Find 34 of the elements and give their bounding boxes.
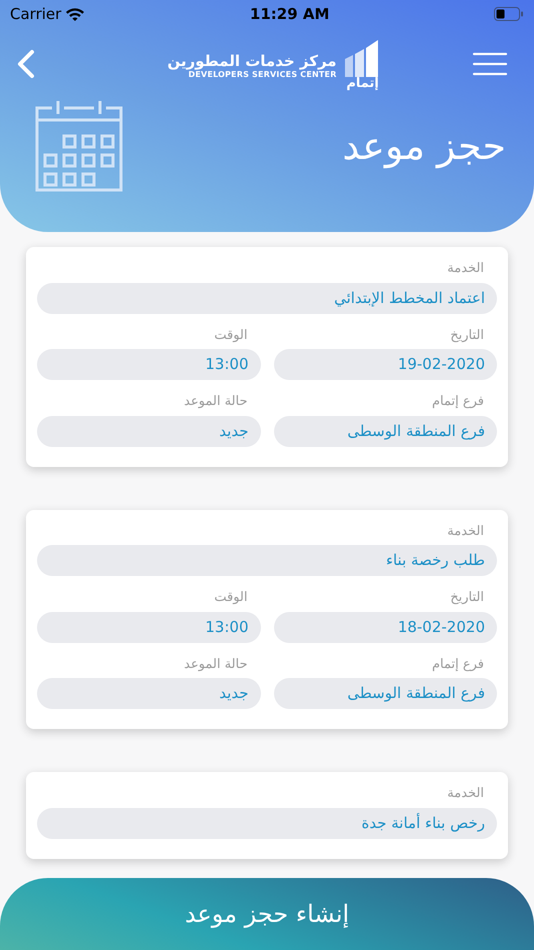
field-label: التاريخ [449,589,485,607]
field-value: رخص بناء أمانة جدة [37,808,497,838]
field-label: الوقت [213,326,248,344]
field-label: فرع إتمام [430,393,485,411]
battery-icon [494,7,524,21]
field-label: حالة الموعد [183,656,248,674]
logo-word: إتمام [346,76,379,90]
field-label: حالة الموعد [183,393,248,411]
logo-title: مركز خدمات المطورين [167,52,337,69]
field-value: 13:00 [37,349,260,380]
calendar-icon [34,100,124,192]
field-label: فرع إتمام [430,656,485,674]
field-value: فرع المنطقة الوسطى [274,678,497,709]
carrier-label: Carrier [10,4,62,25]
field-label: الخدمة [446,785,485,803]
field-label: التاريخ [449,326,485,344]
field-value: جديد [37,678,260,709]
create-appointment-button[interactable]: إنشاء حجز موعد [0,878,534,950]
menu-button[interactable] [472,52,508,76]
wifi-icon [65,7,86,21]
field-label: الوقت [213,589,248,607]
back-button[interactable] [16,49,36,79]
field-value: 19-02-2020 [274,349,497,380]
field-value: اعتماد المخطط الإبتدائي [37,282,497,314]
field-value: فرع المنطقة الوسطى [274,416,497,446]
status-time: 11:29 AM [250,4,330,25]
field-label: الخدمة [446,260,485,278]
field-value: جديد [37,416,260,446]
buildings-icon [344,38,381,76]
field-value: 13:00 [37,612,260,642]
logo-subtitle: DEVELOPERS SERVICES CENTER [188,70,337,81]
field-value: طلب رخصة بناء [37,545,497,576]
field-value: 18-02-2020 [274,612,497,642]
field-label: الخدمة [446,522,485,540]
